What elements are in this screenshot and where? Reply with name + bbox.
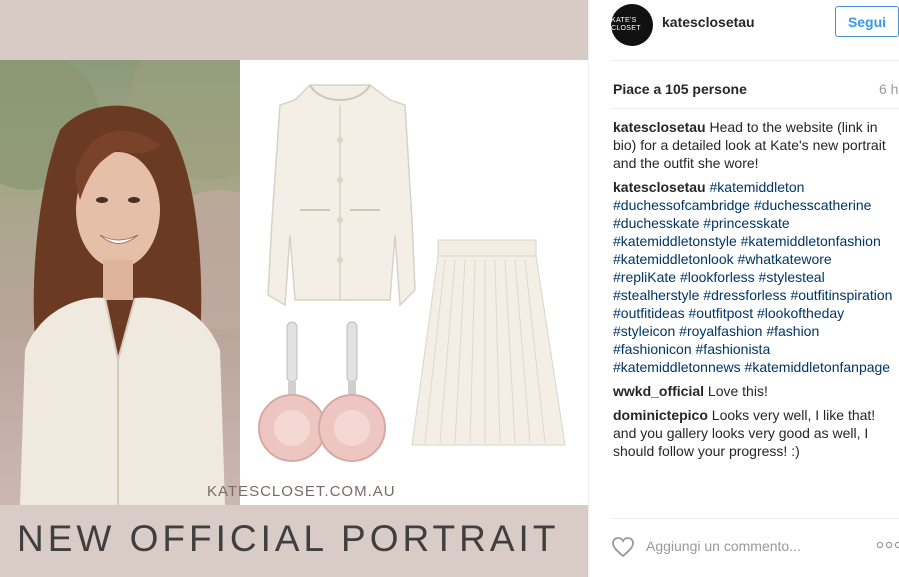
follow-button[interactable]: Segui [835, 6, 899, 37]
heart-outline-icon[interactable] [611, 536, 635, 558]
hashtag-link[interactable]: #outfitinspiration [790, 287, 892, 303]
hashtag-list: #katemiddleton #duchessofcambridge #duch… [613, 179, 892, 375]
image-caption-title: NEW OFFICIAL PORTRAIT [17, 518, 560, 559]
hashtag-link[interactable]: #outfitideas [613, 305, 685, 321]
username-link[interactable]: katesclosetau [662, 14, 755, 30]
jacket-product [267, 84, 416, 307]
earrings-product [258, 321, 386, 462]
hashtag-link[interactable]: #repliKate [613, 269, 676, 285]
hashtag-link[interactable]: #katemiddletonfashion [741, 233, 881, 249]
comment-input[interactable] [646, 538, 826, 554]
product-illustrations [258, 84, 566, 462]
product-collage [240, 60, 588, 505]
hashtag-link[interactable]: #whatkatewore [738, 251, 832, 267]
avatar-logo-text: KATE'S CLOSET [611, 17, 641, 32]
hashtag-link[interactable]: #lookoftheday [757, 305, 844, 321]
hashtag-link[interactable]: #stylesteal [759, 269, 825, 285]
comments-list: katesclosetau Head to the website (link … [613, 118, 893, 466]
comment-item: dominictepico Looks very well, I like th… [613, 406, 893, 460]
hashtag-link[interactable]: #lookforless [680, 269, 755, 285]
hashtag-link[interactable]: #fashionicon [613, 341, 692, 357]
comment-item: katesclosetau #katemiddleton #duchessofc… [613, 178, 893, 376]
hashtag-link[interactable]: #outfitpost [689, 305, 754, 321]
watermark: KATESCLOSET.COM.AU [207, 483, 396, 500]
hashtag-link[interactable]: #katemiddletonnews [613, 359, 741, 375]
hashtag-link[interactable]: #duchesskate [613, 215, 699, 231]
hashtag-link[interactable]: #stealherstyle [613, 287, 699, 303]
divider [611, 518, 899, 519]
post-header: KATE'S CLOSET katesclosetau Segui [589, 0, 899, 60]
avatar[interactable]: KATE'S CLOSET [611, 4, 653, 46]
hashtag-link[interactable]: #duchessofcambridge [613, 197, 750, 213]
portrait-illustration [0, 60, 240, 505]
post-image[interactable]: KATESCLOSET.COM.AU NEW OFFICIAL PORTRAIT [0, 0, 588, 577]
divider [611, 108, 899, 109]
hashtag-link[interactable]: #katemiddletonlook [613, 251, 734, 267]
hashtag-link[interactable]: #dressforless [703, 287, 786, 303]
comment-text: Love this! [707, 383, 768, 399]
post-timestamp[interactable]: 6 h [879, 81, 898, 97]
hashtag-link[interactable]: #fashionista [696, 341, 771, 357]
hashtag-link[interactable]: #katemiddletonfanpage [745, 359, 891, 375]
hashtag-link[interactable]: #katemiddletonstyle [613, 233, 737, 249]
hashtag-link[interactable]: #katemiddleton [710, 179, 805, 195]
comment-username[interactable]: dominictepico [613, 407, 708, 423]
comment-item: wwkd_official Love this! [613, 382, 893, 400]
image-top-band [0, 0, 588, 60]
post-details-panel: KATE'S CLOSET katesclosetau Segui Piace … [588, 0, 899, 577]
ellipsis-icon[interactable] [876, 540, 899, 550]
hashtag-link[interactable]: #duchesscatherine [754, 197, 872, 213]
hashtag-link[interactable]: #princesskate [703, 215, 789, 231]
hashtag-link[interactable]: #fashion [766, 323, 819, 339]
divider [611, 60, 899, 61]
comment-username[interactable]: wwkd_official [613, 383, 704, 399]
comment-item: katesclosetau Head to the website (link … [613, 118, 893, 172]
comment-username[interactable]: katesclosetau [613, 179, 706, 195]
comment-username[interactable]: katesclosetau [613, 119, 706, 135]
hashtag-link[interactable]: #styleicon [613, 323, 675, 339]
hashtag-link[interactable]: #royalfashion [679, 323, 762, 339]
portrait-photo [0, 60, 240, 505]
skirt-product [411, 239, 566, 446]
likes-count[interactable]: Piace a 105 persone [613, 81, 747, 97]
